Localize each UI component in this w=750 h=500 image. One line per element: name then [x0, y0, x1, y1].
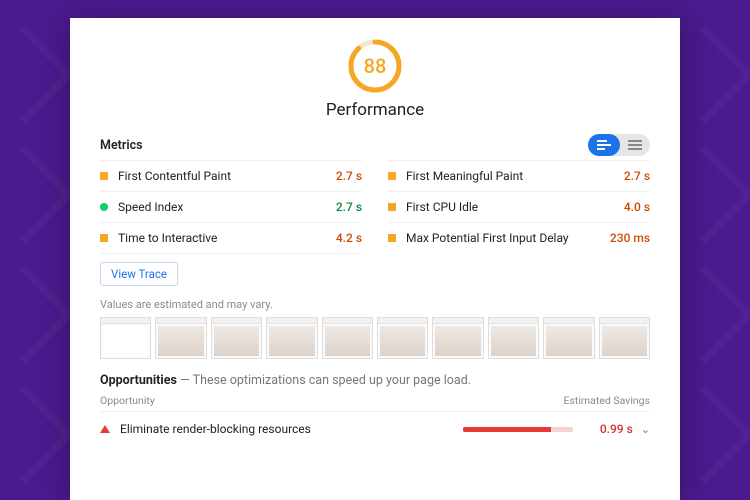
metric-row: Time to Interactive 4.2 s	[100, 222, 362, 253]
metrics-grid: First Contentful Paint 2.7 s Speed Index…	[100, 160, 650, 292]
savings-bar	[463, 427, 573, 432]
opportunities-heading: Opportunities — These optimizations can …	[100, 373, 650, 388]
filmstrip-frame	[488, 317, 539, 359]
metric-name: First Contentful Paint	[118, 169, 336, 183]
filmstrip-frame	[100, 317, 151, 359]
metric-value: 2.7 s	[336, 200, 362, 214]
metric-name: Max Potential First Input Delay	[406, 231, 610, 245]
metric-value: 2.7 s	[336, 169, 362, 183]
status-square-icon	[388, 203, 396, 211]
filmstrip-frame	[155, 317, 206, 359]
metric-name: First Meaningful Paint	[406, 169, 624, 183]
col-estimated-savings: Estimated Savings	[564, 394, 650, 407]
filmstrip-frame	[266, 317, 317, 359]
opportunities-columns: Opportunity Estimated Savings	[100, 394, 650, 412]
metric-value: 230 ms	[610, 231, 650, 245]
metric-value: 4.0 s	[624, 200, 650, 214]
metric-name: First CPU Idle	[406, 200, 624, 214]
filmstrip-frame	[543, 317, 594, 359]
status-square-icon	[100, 172, 108, 180]
metrics-disclaimer: Values are estimated and may vary.	[100, 298, 650, 311]
score-title: Performance	[100, 100, 650, 120]
status-circle-icon	[100, 203, 108, 211]
metric-row: Speed Index 2.7 s	[100, 191, 362, 222]
filmstrip-frame	[211, 317, 262, 359]
toggle-compact-icon[interactable]	[620, 134, 650, 156]
status-square-icon	[388, 172, 396, 180]
score-value: 88	[347, 38, 403, 94]
toggle-expanded-icon[interactable]	[588, 134, 620, 156]
filmstrip-frame	[599, 317, 650, 359]
opportunity-row[interactable]: Eliminate render-blocking resources 0.99…	[100, 416, 650, 442]
score-section: 88 Performance	[100, 38, 650, 120]
status-square-icon	[388, 234, 396, 242]
metric-row: First CPU Idle 4.0 s	[388, 191, 650, 222]
filmstrip-frame	[322, 317, 373, 359]
metric-row: Max Potential First Input Delay 230 ms	[388, 222, 650, 253]
metric-row: First Meaningful Paint 2.7 s	[388, 160, 650, 191]
filmstrip-frame	[377, 317, 428, 359]
metric-name: Speed Index	[118, 200, 336, 214]
opportunities-subtitle: These optimizations can speed up your pa…	[193, 373, 471, 388]
metrics-heading: Metrics	[100, 138, 143, 153]
metric-value: 4.2 s	[336, 231, 362, 245]
metrics-view-toggle[interactable]	[588, 134, 650, 156]
filmstrip-frame	[432, 317, 483, 359]
filmstrip	[100, 317, 650, 359]
status-square-icon	[100, 234, 108, 242]
opportunities-title: Opportunities	[100, 373, 177, 388]
opportunity-value: 0.99 s	[585, 422, 633, 436]
view-trace-row: View Trace	[100, 253, 362, 292]
metric-name: Time to Interactive	[118, 231, 336, 245]
metric-value: 2.7 s	[624, 169, 650, 183]
opportunity-name: Eliminate render-blocking resources	[120, 422, 463, 436]
metric-row: First Contentful Paint 2.7 s	[100, 160, 362, 191]
warning-triangle-icon	[100, 425, 110, 433]
score-gauge: 88	[347, 38, 403, 94]
col-opportunity: Opportunity	[100, 394, 155, 407]
chevron-down-icon[interactable]: ⌄	[641, 423, 650, 436]
view-trace-button[interactable]: View Trace	[100, 262, 178, 286]
lighthouse-report-panel: 88 Performance Metrics First Contentful …	[70, 18, 680, 500]
